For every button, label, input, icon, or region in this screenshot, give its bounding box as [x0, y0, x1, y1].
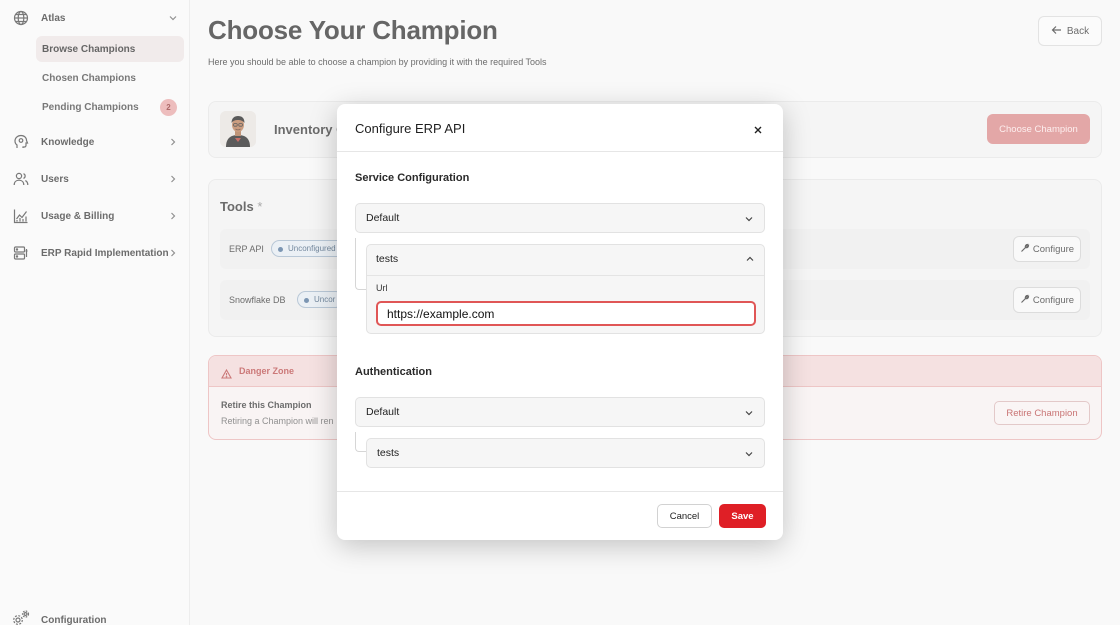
tree-connector [355, 238, 366, 290]
url-label: Url [376, 283, 388, 293]
chevron-down-icon [744, 214, 754, 224]
url-input[interactable] [376, 301, 756, 326]
chevron-down-icon [744, 449, 754, 459]
save-button[interactable]: Save [719, 504, 766, 528]
chevron-down-icon [744, 408, 754, 418]
configure-erp-api-dialog: Configure ERP API Service Configuration … [337, 104, 783, 540]
dialog-footer-divider [337, 491, 783, 492]
select-value: Default [366, 212, 400, 224]
authentication-select[interactable]: Default [355, 397, 765, 427]
cancel-button[interactable]: Cancel [657, 504, 712, 528]
dialog-header-divider [337, 151, 783, 152]
service-configuration-select[interactable]: Default [355, 203, 765, 233]
panel-divider [367, 275, 764, 276]
close-icon[interactable] [750, 122, 766, 138]
chevron-up-icon [745, 254, 755, 264]
tree-connector [355, 432, 366, 452]
dialog-title: Configure ERP API [355, 121, 466, 136]
authentication-title: Authentication [355, 366, 432, 378]
authentication-env-select[interactable]: tests [366, 438, 765, 468]
select-value: tests [376, 253, 399, 265]
select-value: tests [377, 447, 400, 459]
service-configuration-title: Service Configuration [355, 172, 470, 184]
select-value: Default [366, 406, 400, 418]
service-env-select[interactable]: tests [366, 244, 765, 274]
